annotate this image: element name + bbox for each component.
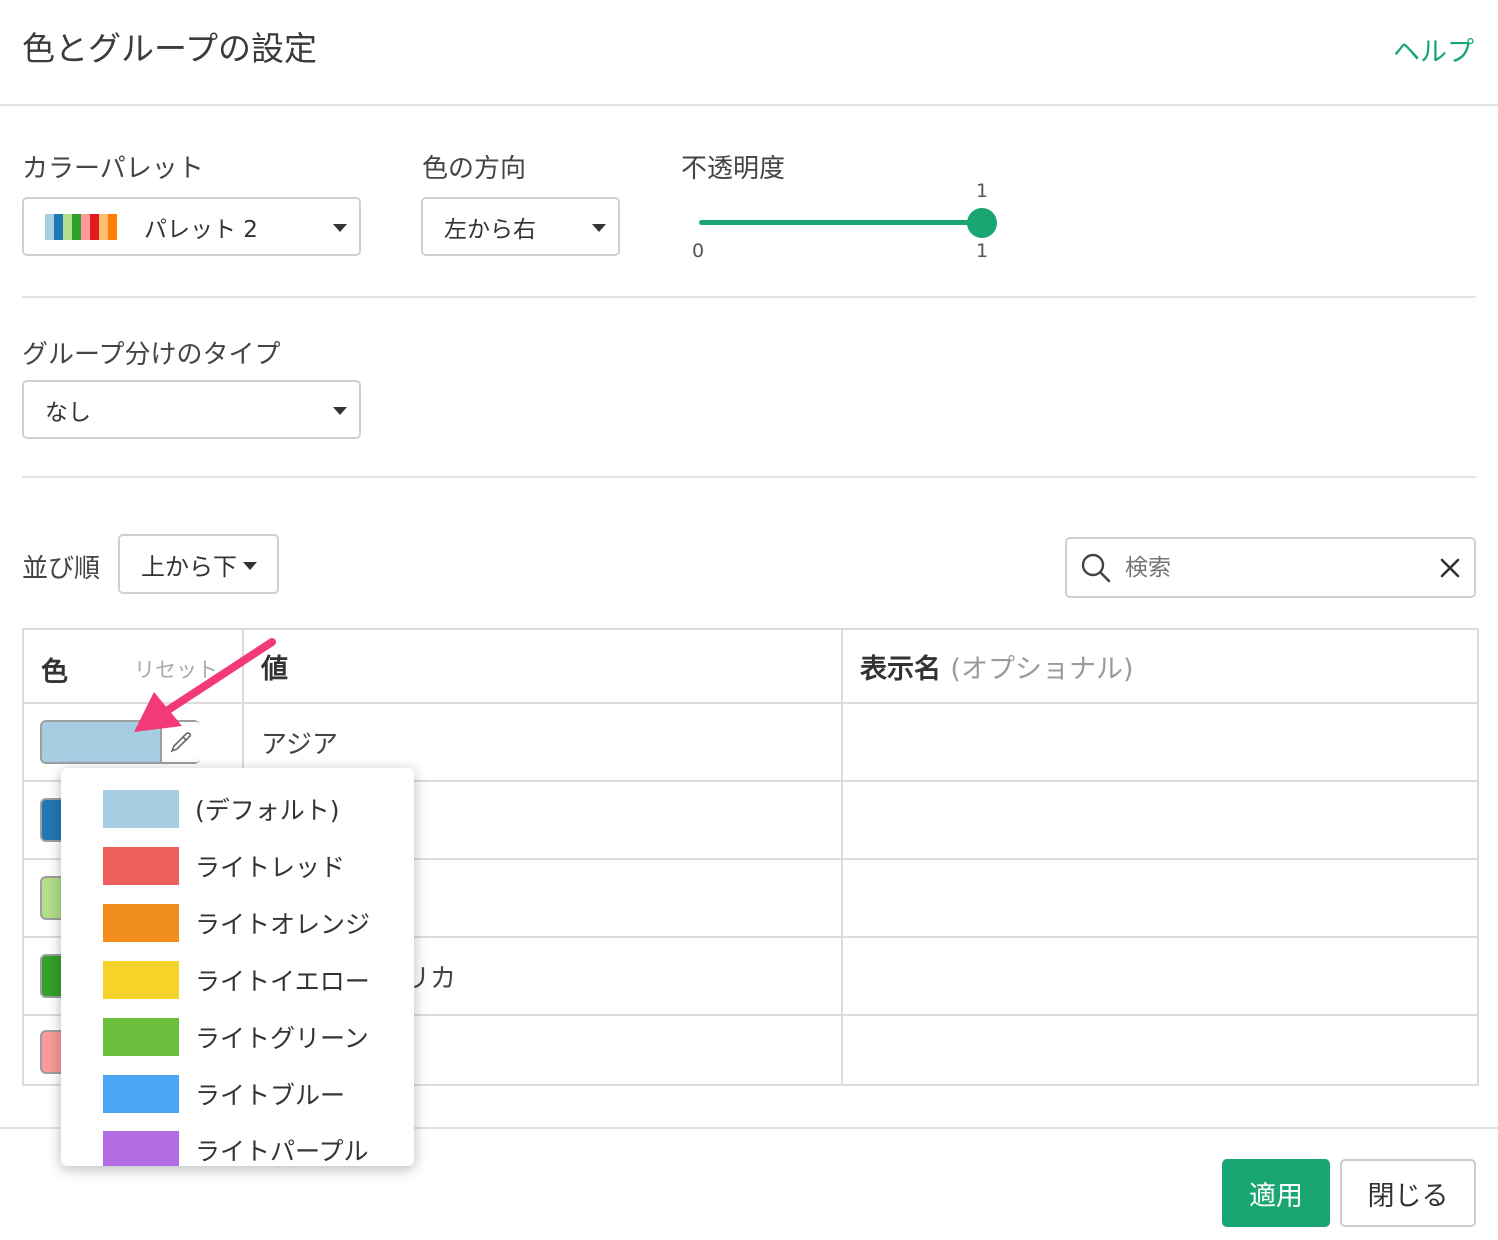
chevron-down-icon — [243, 562, 257, 570]
chevron-down-icon — [333, 407, 347, 415]
color-chip — [103, 1131, 179, 1166]
display-name-cell[interactable] — [841, 702, 1479, 782]
palette-color-stripe — [90, 214, 99, 240]
color-option-default[interactable]: (デフォルト) — [103, 790, 340, 828]
color-option-light-green[interactable]: ライトグリーン — [103, 1018, 369, 1056]
palette-color-stripe — [45, 214, 54, 240]
opacity-slider-track[interactable] — [699, 220, 983, 225]
display-name-header-hint: (オプショナル) — [950, 653, 1134, 685]
color-option-label: (デフォルト) — [195, 796, 340, 825]
apply-button[interactable]: 適用 — [1222, 1159, 1330, 1227]
opacity-min-label: 0 — [692, 240, 705, 262]
display-name-column-header: 表示名 (オプショナル) — [841, 628, 1479, 704]
color-option-light-blue[interactable]: ライトブルー — [103, 1075, 345, 1113]
color-option-label: ライトオレンジ — [195, 910, 371, 939]
grouping-select[interactable]: なし — [22, 380, 361, 439]
color-option-light-orange[interactable]: ライトオレンジ — [103, 904, 370, 942]
annotation-arrow — [134, 638, 276, 732]
palette-preview — [45, 214, 117, 240]
display-name-cell[interactable] — [841, 936, 1479, 1016]
color-header-label: 色 — [41, 657, 68, 688]
palette-color-stripe — [72, 214, 81, 240]
opacity-max-label: 1 — [976, 240, 989, 262]
color-chip — [103, 904, 179, 942]
color-option-label: ライトパープル — [195, 1137, 369, 1166]
display-name-cell[interactable] — [841, 858, 1479, 938]
color-option-label: ライトブルー — [195, 1081, 346, 1110]
chevron-down-icon — [333, 224, 347, 232]
value-column-header: 値 — [242, 628, 843, 704]
color-option-light-yellow[interactable]: ライトイエロー — [103, 961, 370, 999]
color-chip — [103, 790, 179, 828]
color-option-label: ライトイエロー — [195, 967, 370, 996]
color-dropdown-menu: (デフォルト) ライトレッド ライトオレンジ ライトイエロー ライトグリーン ラ… — [61, 768, 414, 1166]
opacity-label: 不透明度 — [681, 154, 786, 184]
color-chip — [103, 1018, 179, 1056]
palette-color-stripe — [108, 214, 117, 240]
grouping-label: グループ分けのタイプ — [22, 340, 281, 370]
close-icon[interactable] — [1439, 557, 1461, 579]
close-button[interactable]: 閉じる — [1340, 1159, 1476, 1227]
chevron-down-icon — [592, 224, 606, 232]
section-divider — [22, 476, 1476, 478]
palette-color-stripe — [99, 214, 108, 240]
palette-label: カラーパレット — [22, 154, 204, 184]
opacity-value-label: 1 — [976, 180, 989, 202]
header-divider — [0, 104, 1498, 106]
palette-color-stripe — [81, 214, 90, 240]
sort-select[interactable]: 上から下 — [118, 534, 279, 594]
section-divider — [22, 296, 1476, 298]
display-name-cell[interactable] — [841, 780, 1479, 860]
sort-label: 並び順 — [22, 554, 101, 584]
help-link[interactable]: ヘルプ — [1393, 30, 1474, 69]
color-chip — [103, 847, 179, 885]
opacity-slider-handle[interactable] — [967, 208, 997, 238]
display-name-header-label: 表示名 — [860, 653, 941, 685]
display-name-cell[interactable] — [841, 1014, 1479, 1086]
direction-select[interactable]: 左から右 — [421, 197, 620, 256]
search-icon — [1081, 553, 1111, 583]
palette-value: パレット 2 — [144, 216, 258, 243]
palette-color-stripe — [54, 214, 63, 240]
grouping-value: なし — [45, 399, 91, 426]
color-option-light-red[interactable]: ライトレッド — [103, 847, 345, 885]
color-chip — [103, 961, 179, 999]
palette-select[interactable]: パレット 2 — [22, 197, 361, 256]
color-option-label: ライトレッド — [195, 853, 346, 882]
dialog-title: 色とグループの設定 — [22, 29, 318, 68]
color-option-label: ライトグリーン — [195, 1024, 369, 1053]
search-field[interactable] — [1065, 537, 1476, 598]
palette-color-stripe — [63, 214, 72, 240]
color-option-light-purple[interactable]: ライトパープル — [103, 1131, 369, 1166]
sort-value: 上から下 — [141, 552, 237, 581]
search-input[interactable] — [1123, 549, 1427, 587]
direction-label: 色の方向 — [422, 154, 527, 184]
direction-value: 左から右 — [444, 216, 536, 243]
color-chip — [103, 1075, 179, 1113]
